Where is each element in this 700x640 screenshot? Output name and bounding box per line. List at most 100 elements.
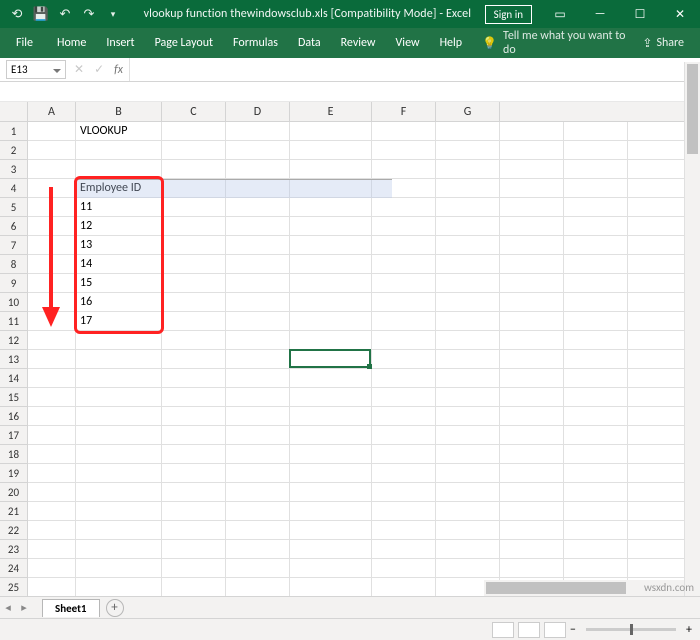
cell[interactable] — [226, 312, 290, 331]
cell[interactable] — [290, 122, 372, 141]
cell[interactable] — [162, 559, 226, 578]
col-header-d[interactable]: D — [226, 102, 290, 122]
sheet-nav-prev-icon[interactable]: ◂ — [0, 601, 16, 614]
cell[interactable] — [564, 122, 628, 141]
cell[interactable] — [76, 502, 162, 521]
cell[interactable] — [226, 198, 290, 217]
cell[interactable] — [226, 255, 290, 274]
cell[interactable]: 15 — [76, 274, 162, 293]
cell[interactable] — [28, 141, 76, 160]
cell[interactable] — [162, 388, 226, 407]
cell[interactable] — [436, 388, 500, 407]
zoom-in-button[interactable]: + — [686, 623, 692, 637]
cell[interactable] — [290, 274, 372, 293]
view-page-layout-icon[interactable] — [518, 622, 540, 638]
cell[interactable] — [226, 122, 290, 141]
cell[interactable] — [500, 445, 564, 464]
view-normal-icon[interactable] — [492, 622, 514, 638]
cell[interactable] — [628, 255, 692, 274]
cell[interactable] — [290, 217, 372, 236]
cancel-formula-icon[interactable]: ✕ — [74, 62, 84, 77]
cell[interactable] — [290, 255, 372, 274]
cell[interactable] — [436, 483, 500, 502]
cell[interactable] — [162, 350, 226, 369]
cell[interactable] — [436, 369, 500, 388]
cell[interactable] — [162, 217, 226, 236]
cell[interactable] — [628, 236, 692, 255]
cell[interactable] — [290, 445, 372, 464]
cell[interactable] — [28, 388, 76, 407]
row-header[interactable]: 17 — [0, 426, 28, 445]
cell[interactable] — [162, 483, 226, 502]
row-header[interactable]: 16 — [0, 407, 28, 426]
cell[interactable] — [628, 502, 692, 521]
cell[interactable] — [372, 198, 436, 217]
cell[interactable] — [372, 236, 436, 255]
row-header[interactable]: 4 — [0, 179, 28, 198]
cell[interactable] — [290, 141, 372, 160]
cell[interactable] — [564, 502, 628, 521]
sign-in-button[interactable]: Sign in — [485, 5, 532, 24]
cell[interactable] — [290, 236, 372, 255]
row-header[interactable]: 3 — [0, 160, 28, 179]
tab-formulas[interactable]: Formulas — [223, 28, 288, 58]
cell[interactable] — [628, 122, 692, 141]
cell[interactable] — [564, 407, 628, 426]
cell[interactable] — [628, 141, 692, 160]
cell[interactable] — [628, 407, 692, 426]
cell[interactable] — [226, 350, 290, 369]
cell[interactable] — [290, 407, 372, 426]
cell[interactable] — [436, 141, 500, 160]
cell[interactable] — [564, 255, 628, 274]
cell[interactable] — [28, 198, 76, 217]
cell[interactable] — [564, 293, 628, 312]
cell[interactable] — [628, 331, 692, 350]
cell[interactable] — [500, 521, 564, 540]
cell[interactable] — [564, 464, 628, 483]
view-page-break-icon[interactable] — [544, 622, 566, 638]
cell[interactable] — [162, 369, 226, 388]
cell[interactable] — [436, 331, 500, 350]
cell[interactable] — [628, 179, 692, 198]
undo-icon[interactable]: ↶ — [54, 3, 76, 25]
cell[interactable] — [564, 483, 628, 502]
cell[interactable] — [628, 369, 692, 388]
cell[interactable] — [290, 540, 372, 559]
cell[interactable] — [28, 445, 76, 464]
cell[interactable] — [290, 369, 372, 388]
row-header[interactable]: 2 — [0, 141, 28, 160]
row-header[interactable]: 23 — [0, 540, 28, 559]
share-button[interactable]: ⇪ Share — [636, 36, 690, 51]
cell[interactable] — [628, 445, 692, 464]
cell[interactable] — [500, 160, 564, 179]
cell[interactable] — [76, 426, 162, 445]
cell[interactable] — [372, 217, 436, 236]
cell[interactable] — [76, 331, 162, 350]
cell[interactable] — [500, 141, 564, 160]
cell[interactable] — [162, 407, 226, 426]
cell[interactable] — [628, 521, 692, 540]
cell[interactable] — [372, 464, 436, 483]
cell[interactable] — [28, 464, 76, 483]
cell[interactable] — [162, 331, 226, 350]
cell[interactable] — [436, 160, 500, 179]
cell[interactable] — [372, 559, 436, 578]
cell[interactable] — [28, 407, 76, 426]
name-box[interactable]: E13 — [6, 60, 66, 79]
cell[interactable] — [162, 198, 226, 217]
cell[interactable] — [500, 274, 564, 293]
cell[interactable] — [226, 331, 290, 350]
fx-icon[interactable]: fx — [114, 63, 123, 77]
row-header[interactable]: 8 — [0, 255, 28, 274]
cell[interactable] — [28, 255, 76, 274]
cell[interactable] — [628, 483, 692, 502]
cell[interactable] — [628, 426, 692, 445]
cell[interactable] — [290, 160, 372, 179]
cell[interactable] — [290, 559, 372, 578]
cell[interactable] — [162, 141, 226, 160]
row-header[interactable]: 6 — [0, 217, 28, 236]
cell[interactable] — [290, 293, 372, 312]
cell[interactable]: 13 — [76, 236, 162, 255]
col-header-b[interactable]: B — [76, 102, 162, 122]
cell[interactable] — [76, 141, 162, 160]
